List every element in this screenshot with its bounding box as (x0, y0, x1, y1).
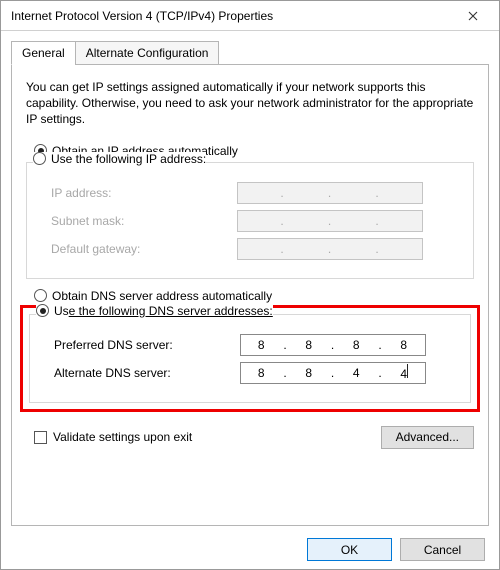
tab-strip: General Alternate Configuration (11, 41, 489, 65)
tab-panel-general: You can get IP settings assigned automat… (11, 64, 489, 526)
dialog-window: Internet Protocol Version 4 (TCP/IPv4) P… (0, 0, 500, 570)
validate-row: Validate settings upon exit Advanced... (26, 426, 474, 449)
subnet-mask-input: ... (237, 210, 423, 232)
text-caret (407, 364, 408, 378)
preferred-dns-label: Preferred DNS server: (40, 338, 240, 352)
radio-ip-manual-label: Use the following IP address: (51, 152, 206, 166)
intro-text: You can get IP settings assigned automat… (26, 79, 474, 128)
radio-dns-auto-label: Obtain DNS server address automatically (52, 289, 272, 303)
tab-alternate[interactable]: Alternate Configuration (75, 41, 220, 65)
alternate-dns-input[interactable]: 8. 8. 4. 4 (240, 362, 426, 384)
radio-dns-auto[interactable]: Obtain DNS server address automatically (26, 289, 474, 303)
alternate-dns-label: Alternate DNS server: (40, 366, 240, 380)
radio-icon (33, 152, 46, 165)
titlebar: Internet Protocol Version 4 (TCP/IPv4) P… (1, 1, 499, 31)
radio-dns-manual[interactable]: Use the following DNS server addresses: (36, 304, 273, 318)
cancel-button[interactable]: Cancel (400, 538, 485, 561)
client-area: General Alternate Configuration You can … (1, 31, 499, 569)
highlight-box: Use the following DNS server addresses: … (20, 305, 480, 412)
ok-button[interactable]: OK (307, 538, 392, 561)
radio-icon (36, 304, 49, 317)
validate-label: Validate settings upon exit (53, 430, 192, 444)
default-gateway-input: ... (237, 238, 423, 260)
tab-alternate-label: Alternate Configuration (86, 46, 209, 60)
close-icon (468, 11, 478, 21)
tab-general-label: General (22, 46, 65, 60)
radio-icon (34, 289, 47, 302)
radio-dns-manual-label: Use the following DNS server addresses: (54, 304, 273, 318)
preferred-dns-input[interactable]: 8. 8. 8. 8 (240, 334, 426, 356)
tab-general[interactable]: General (11, 41, 76, 65)
radio-ip-manual[interactable]: Use the following IP address: (33, 152, 206, 166)
ip-manual-fieldset: Use the following IP address: IP address… (26, 162, 474, 279)
advanced-button[interactable]: Advanced... (381, 426, 474, 449)
ok-label: OK (341, 543, 358, 557)
ip-address-input: ... (237, 182, 423, 204)
subnet-mask-label: Subnet mask: (37, 214, 237, 228)
ip-address-label: IP address: (37, 186, 237, 200)
dialog-buttons: OK Cancel (11, 526, 489, 561)
dns-manual-fieldset: Use the following DNS server addresses: … (29, 314, 471, 403)
cancel-label: Cancel (424, 543, 461, 557)
window-title: Internet Protocol Version 4 (TCP/IPv4) P… (11, 9, 453, 23)
close-button[interactable] (453, 2, 493, 30)
default-gateway-label: Default gateway: (37, 242, 237, 256)
validate-checkbox[interactable] (34, 431, 47, 444)
